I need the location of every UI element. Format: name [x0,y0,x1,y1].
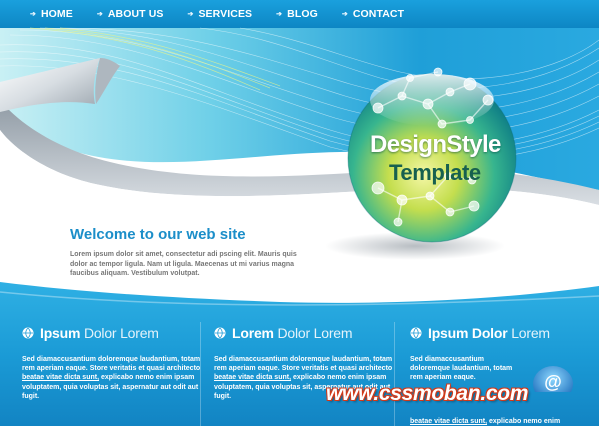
globe-icon [214,327,226,339]
column-divider [200,322,201,426]
sphere-logo: DesignStyle Template [348,74,518,244]
nav-home[interactable]: ➔ HOME [30,8,73,20]
column-link[interactable]: beatae vitae dicta sunt, [410,418,487,425]
watermark-part-2: moban.com [413,382,529,405]
column-title-light: Dolor Lorem [83,325,159,341]
arrow-right-icon: ➔ [341,11,348,18]
column-text-after: explicabo nemo enim [487,418,561,425]
arrow-right-icon: ➔ [276,11,283,18]
at-sign-icon: @ [533,366,573,392]
column-title-bold: Lorem [232,325,274,341]
feature-column-2: Lorem Dolor Lorem Sed diamaccusantium do… [214,322,404,426]
nav-contact-label: CONTACT [352,8,405,20]
nav-blog[interactable]: ➔ BLOG [276,8,318,20]
column-title-light: Dolor Lorem [277,325,353,341]
globe-icon [410,327,422,339]
column-divider [394,322,395,426]
feature-column-1: Ipsum Dolor Lorem Sed diamaccusantium do… [22,322,212,426]
nav-services-label: SERVICES [198,8,253,20]
logo-title: DesignStyle [370,131,501,158]
column-heading: Ipsum Dolor Lorem [410,322,585,344]
arrow-right-icon: ➔ [187,11,194,18]
main-nav: ➔ HOME ➔ ABOUT US ➔ SERVICES ➔ BLOG ➔ CO… [0,0,599,28]
column-title-bold: Ipsum Dolor [428,325,508,341]
welcome-text: Lorem ipsum dolor sit amet, consectetur … [70,251,297,277]
arrow-right-icon: ➔ [30,11,36,18]
column-title-bold: Ipsum [40,325,81,341]
column-link[interactable]: beatae vitae dicta sunt, [22,374,99,381]
nav-home-label: HOME [40,8,73,20]
nav-about-us-label: ABOUT US [107,8,164,20]
column-text: Sed diamaccusantium doloremque laudantiu… [410,355,522,383]
column-link[interactable]: beatae vitae dicta sunt, [214,374,291,381]
svg-text:@: @ [544,372,562,392]
column-text: Sed diamaccusantium doloremque laudantiu… [22,355,212,401]
arrow-right-icon: ➔ [96,11,103,18]
nav-contact[interactable]: ➔ CONTACT [342,8,404,20]
nav-blog-label: BLOG [287,8,318,20]
nav-services[interactable]: ➔ SERVICES [187,8,252,20]
column-text-before: Sed diamaccusantium doloremque laudantiu… [214,356,393,373]
logo-subtitle: Template [389,160,481,185]
nav-about-us[interactable]: ➔ ABOUT US [97,8,164,20]
column-title-light: Lorem [511,325,550,341]
globe-icon [22,327,34,339]
column-heading: Lorem Dolor Lorem [214,322,404,344]
column-heading: Ipsum Dolor Lorem [22,322,212,344]
column-text-link-line: beatae vitae dicta sunt, explicabo nemo … [410,417,560,426]
column-text-before: Sed diamaccusantium doloremque laudantiu… [410,356,513,382]
welcome-heading: Welcome to our web site [70,226,246,243]
watermark-part-1: www.css [326,382,413,405]
column-text-before: Sed diamaccusantium doloremque laudantiu… [22,356,201,373]
watermark: www.cssmoban.com [326,382,528,406]
